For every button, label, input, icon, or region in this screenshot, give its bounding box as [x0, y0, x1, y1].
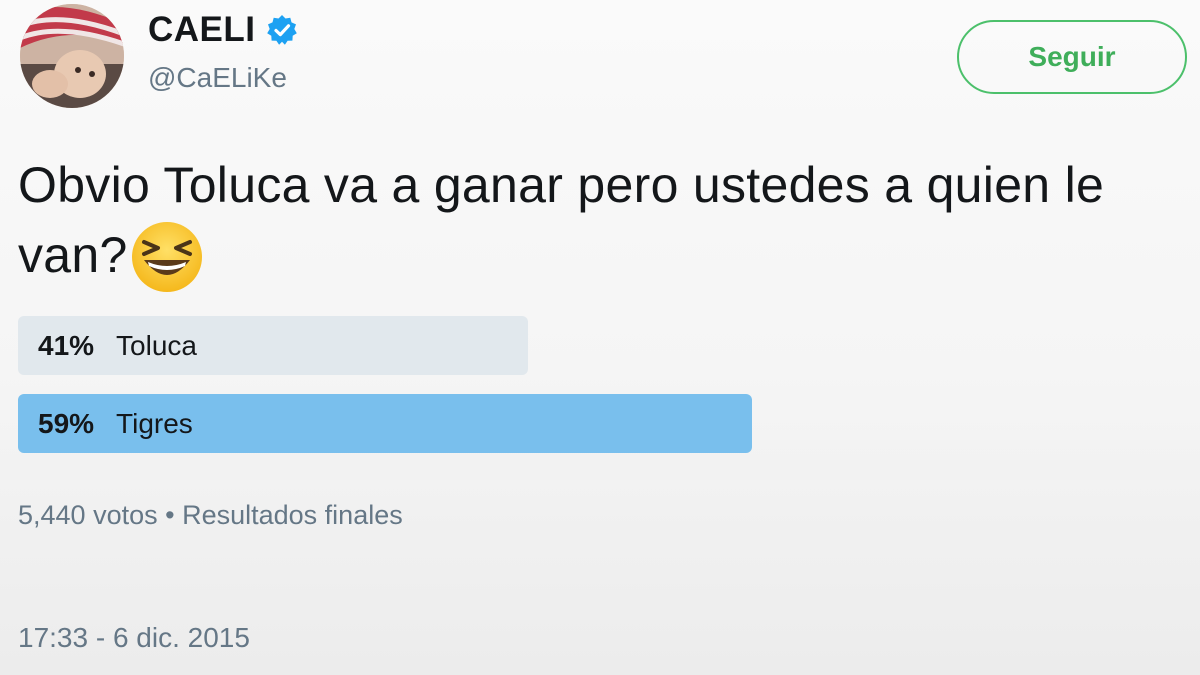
display-name[interactable]: CAELI — [148, 10, 256, 50]
poll-meta: 5,440 votos • Resultados finales — [18, 500, 403, 531]
poll-option-label: 41% Toluca — [38, 316, 197, 375]
tweet-text: Obvio Toluca va a ganar pero ustedes a q… — [18, 150, 1178, 294]
follow-button[interactable]: Seguir — [957, 20, 1187, 94]
poll-percent: 41% — [38, 329, 95, 361]
poll-option-label: 59% Tigres — [38, 394, 193, 453]
avatar-photo — [20, 4, 124, 108]
poll-option-toluca[interactable]: 41% Toluca — [18, 316, 1182, 375]
poll-option-tigres[interactable]: 59% Tigres — [18, 394, 1182, 453]
name-row: CAELI — [148, 10, 298, 50]
grinning-squinting-face-emoji-icon — [130, 220, 204, 294]
poll-percent: 59% — [38, 407, 95, 439]
user-handle[interactable]: @CaELiKe — [148, 62, 287, 94]
poll-status: Resultados finales — [182, 500, 403, 530]
poll: 41% Toluca 59% Tigres — [18, 316, 1182, 472]
poll-meta-separator: • — [165, 500, 175, 530]
avatar[interactable] — [20, 4, 124, 108]
poll-choice: Toluca — [116, 329, 197, 361]
poll-choice: Tigres — [116, 407, 193, 439]
tweet-card: CAELI @CaELiKe Seguir Obvio Toluca va a … — [0, 0, 1200, 675]
tweet-timestamp[interactable]: 17:33 - 6 dic. 2015 — [18, 622, 250, 654]
poll-vote-count: 5,440 votos — [18, 500, 158, 530]
verified-badge-icon — [266, 14, 298, 46]
